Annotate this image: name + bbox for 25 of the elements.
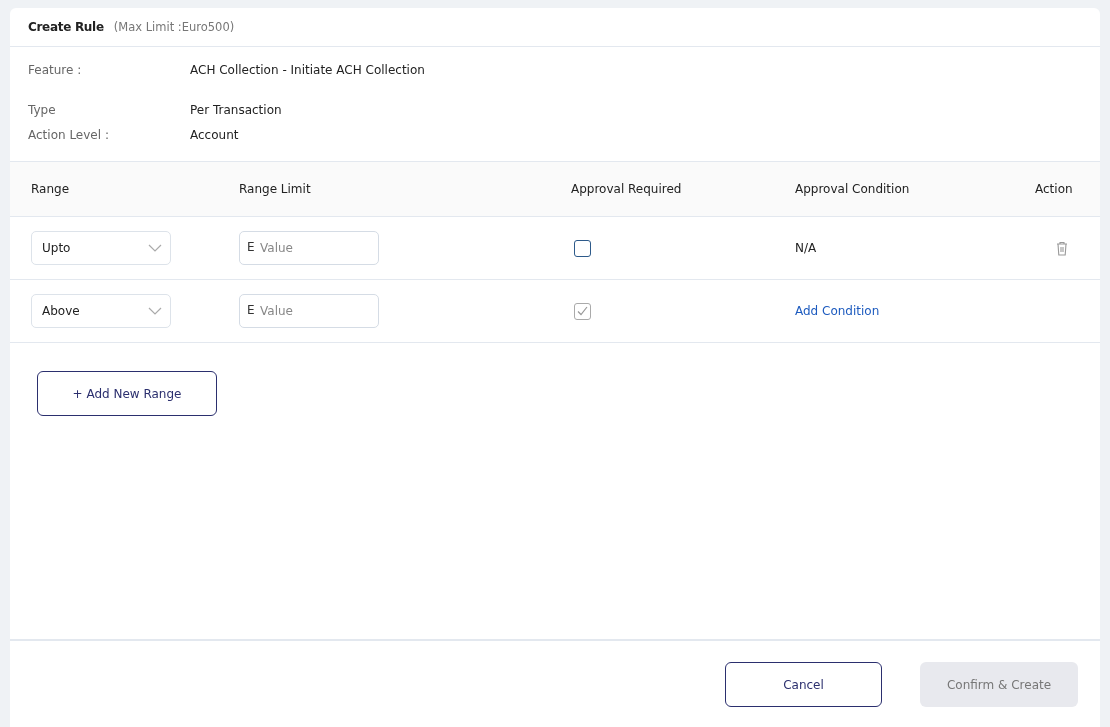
chevron-down-icon [148,307,162,315]
dialog-title: Create Rule [28,20,104,34]
trash-icon[interactable] [1056,240,1068,256]
currency-prefix: E [247,240,255,254]
detail-label: Feature : [28,62,83,79]
column-header: Approval Condition [795,182,911,196]
column-header: Action [1035,182,1073,196]
add-range-button[interactable]: + Add New Range [37,371,217,416]
cancel-button[interactable]: Cancel [725,662,882,707]
column-header: Approval Required [571,182,683,196]
condition-text: N/A [795,241,817,255]
detail-value: Account [190,126,240,144]
detail-label: Type [28,101,57,119]
detail-value: Per Transaction [190,101,283,119]
add-condition-link[interactable]: Add Condition [795,304,880,318]
detail-label: Action Level : [28,126,110,144]
currency-prefix: E [247,303,255,317]
column-header: Range [31,182,71,196]
chevron-down-icon [148,244,162,252]
approval-checkbox[interactable] [574,239,591,257]
range-dropdown[interactable]: Upto [31,231,171,265]
max-limit-note: (Max Limit :Euro500) [113,20,235,34]
detail-value: ACH Collection - Initiate ACH Collection [190,62,426,79]
range-dropdown[interactable]: Above [31,294,171,328]
column-header: Range Limit [239,182,312,196]
